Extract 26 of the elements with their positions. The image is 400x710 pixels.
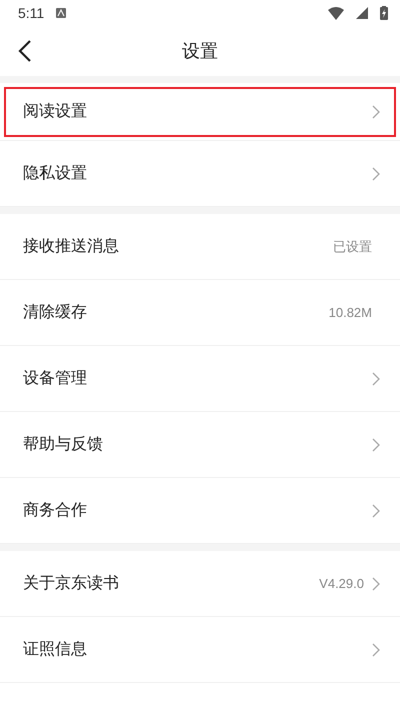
row-label: 设备管理 [23,368,88,389]
notification-icon [56,8,66,18]
settings-row[interactable]: 设备管理 [0,346,400,412]
row-label: 商务合作 [23,500,88,521]
status-time: 5:11 [18,5,44,21]
signal-icon [356,7,368,19]
row-label: 证照信息 [23,639,88,660]
row-label: 清除缓存 [23,302,88,323]
settings-row[interactable]: 接收推送消息 已设置 [0,214,400,280]
wifi-icon [328,6,344,20]
row-value: V4.29.0 [319,576,364,591]
row-label: 隐私设置 [23,163,88,184]
battery-icon [380,6,388,20]
settings-row[interactable]: 证照信息 [0,617,400,683]
row-value: 已设置 [333,238,372,256]
settings-row[interactable]: 帮助与反馈 [0,412,400,478]
row-value: 10.82M [328,305,372,320]
row-label: 阅读设置 [23,101,88,122]
settings-row[interactable]: 阅读设置 [0,83,400,141]
settings-row[interactable]: 清除缓存 10.82M [0,280,400,346]
row-label: 接收推送消息 [23,236,120,257]
row-label: 关于京东读书 [23,573,120,594]
row-label: 帮助与反馈 [23,434,104,455]
page-title: 设置 [182,40,218,63]
back-icon[interactable] [18,39,32,63]
settings-row[interactable]: 关于京东读书 V4.29.0 [0,551,400,617]
